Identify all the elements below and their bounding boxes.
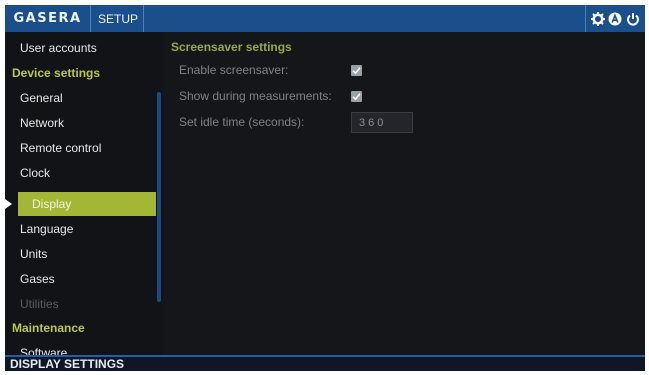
- enable-screensaver-checkbox[interactable]: [351, 65, 362, 76]
- sidebar-item-user-accounts[interactable]: User accounts: [5, 36, 155, 60]
- top-bar: GASERA SETUP: [5, 5, 645, 32]
- panel-title: Screensaver settings: [171, 40, 292, 54]
- checkmark-icon: [352, 93, 361, 101]
- sidebar-item-label: Units: [20, 247, 48, 261]
- idle-time-label: Set idle time (seconds):: [179, 115, 305, 129]
- sidebar-item-label: Clock: [20, 166, 51, 180]
- sidebar-item-gases[interactable]: Gases: [5, 267, 155, 291]
- top-icon-group: [585, 5, 645, 32]
- sidebar-scrollbar[interactable]: [157, 92, 161, 302]
- logo: GASERA: [5, 5, 91, 32]
- sidebar-item-label: Remote control: [20, 141, 102, 155]
- checkmark-icon: [352, 67, 361, 75]
- sidebar-item-label: User accounts: [20, 41, 97, 55]
- auto-a-icon[interactable]: [608, 12, 622, 26]
- sidebar-item-language[interactable]: Language: [5, 217, 155, 241]
- sidebar-section-maintenance: Maintenance: [5, 316, 155, 340]
- device-screen: GASERA SETUP User accounts Device settin…: [5, 5, 645, 371]
- settings-panel: Screensaver settings Enable screensaver:…: [163, 32, 645, 357]
- sidebar-item-label: Display: [32, 197, 72, 211]
- sidebar-item-label: Language: [20, 222, 74, 236]
- sidebar-item-label: Network: [20, 116, 65, 130]
- sidebar-item-general[interactable]: General: [5, 86, 155, 110]
- sidebar-item-utilities: Utilities: [5, 292, 155, 316]
- sidebar-item-units[interactable]: Units: [5, 242, 155, 266]
- status-text: DISPLAY SETTINGS: [10, 357, 125, 371]
- sidebar-item-clock[interactable]: Clock: [5, 161, 155, 185]
- sidebar-section-label: Device settings: [12, 66, 101, 80]
- tab-setup[interactable]: SETUP: [93, 5, 144, 32]
- selection-arrow-icon: [5, 199, 12, 209]
- sidebar-item-display[interactable]: Display: [18, 192, 156, 216]
- sidebar-item-label: Gases: [20, 272, 55, 286]
- sidebar: User accounts Device settings General Ne…: [5, 32, 163, 360]
- sidebar-item-network[interactable]: Network: [5, 111, 155, 135]
- logo-text: GASERA: [13, 11, 82, 26]
- idle-time-input[interactable]: [351, 112, 413, 133]
- show-during-measurements-label: Show during measurements:: [179, 89, 332, 103]
- sidebar-item-remote-control[interactable]: Remote control: [5, 136, 155, 160]
- gear-icon[interactable]: [590, 11, 605, 26]
- status-bar: DISPLAY SETTINGS: [5, 355, 645, 371]
- show-during-measurements-checkbox[interactable]: [351, 91, 362, 102]
- enable-screensaver-label: Enable screensaver:: [179, 63, 289, 77]
- power-icon[interactable]: [626, 12, 640, 26]
- sidebar-section-label: Maintenance: [12, 321, 85, 335]
- sidebar-item-label: Utilities: [20, 297, 59, 311]
- sidebar-item-label: General: [20, 91, 63, 105]
- sidebar-section-device-settings: Device settings: [5, 61, 155, 85]
